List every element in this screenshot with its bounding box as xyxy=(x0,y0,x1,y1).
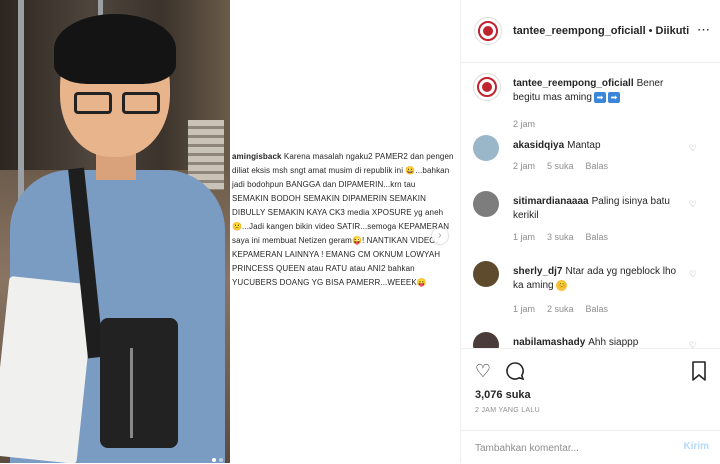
video-background-pole xyxy=(18,0,24,200)
smile-emoji: 😊 xyxy=(556,279,568,291)
author-avatar[interactable] xyxy=(474,17,502,45)
comment-time: 2 jam xyxy=(513,161,536,171)
comment-username[interactable]: akasidqiya xyxy=(513,140,564,151)
comment-icon[interactable] xyxy=(505,361,525,381)
comment-likes[interactable]: 3 suka xyxy=(547,232,574,242)
comment-like-icon[interactable]: ♡ xyxy=(689,269,697,280)
comment-reply[interactable]: Balas xyxy=(586,232,609,242)
post-comment-button[interactable]: Kirim xyxy=(683,441,709,452)
separator-dot: • xyxy=(648,25,653,37)
likes-count[interactable]: 3,076 suka xyxy=(475,389,531,401)
comment-username[interactable]: sitimardianaaaa xyxy=(513,196,589,207)
comment-likes[interactable]: 2 suka xyxy=(547,304,574,314)
comment-time: 2 jam xyxy=(513,119,536,129)
comment-username[interactable]: tantee_reempong_oficiall xyxy=(513,78,634,89)
comment-like-icon[interactable]: ♡ xyxy=(689,199,697,210)
comment-username[interactable]: nabilamashady xyxy=(513,337,585,348)
bookmark-icon[interactable] xyxy=(689,361,709,381)
video-person-glasses xyxy=(74,92,164,116)
post-timestamp: 2 JAM YANG LALU xyxy=(475,407,540,414)
video-bag xyxy=(100,318,178,448)
comment-input[interactable] xyxy=(473,438,667,458)
comment-time: 1 jam xyxy=(513,232,536,242)
comment-text: Ahh siappp xyxy=(588,337,639,348)
post-video[interactable] xyxy=(0,0,230,463)
next-slide-icon[interactable]: › xyxy=(432,228,448,244)
caption-username[interactable]: amingisback xyxy=(232,152,282,161)
heart-icon[interactable]: ♡ xyxy=(473,361,493,381)
post-actions: ♡ 3,076 suka 2 JAM YANG LALU xyxy=(461,348,720,431)
author-username[interactable]: tantee_reempong_oficiall xyxy=(513,25,646,37)
video-person-hair xyxy=(54,14,176,84)
carousel-dots xyxy=(212,449,226,463)
comment-like-icon[interactable]: ♡ xyxy=(689,143,697,154)
comment-avatar[interactable] xyxy=(473,261,499,287)
follow-status[interactable]: Diikuti xyxy=(656,25,690,37)
comment-reply[interactable]: Balas xyxy=(586,161,609,171)
comment-time: 1 jam xyxy=(513,304,536,314)
comment-avatar[interactable] xyxy=(473,73,501,101)
comment-username[interactable]: sherly_dj7 xyxy=(513,266,562,277)
post-header: tantee_reempong_oficiall • Diikuti ⋯ xyxy=(461,0,720,63)
add-comment-bar: Kirim xyxy=(461,430,720,464)
comment-likes[interactable]: 5 suka xyxy=(547,161,574,171)
more-horizontal-icon[interactable]: ⋯ xyxy=(697,22,711,38)
comment-like-icon[interactable]: ♡ xyxy=(689,340,697,348)
arrow-right-emoji: ➡ xyxy=(607,91,620,103)
comment-text: Mantap xyxy=(567,140,601,151)
caption-text: Karena masalah ngaku2 PAMER2 dan pengen … xyxy=(232,152,454,287)
comment-avatar[interactable] xyxy=(473,135,499,161)
post-frame: amingisback Karena masalah ngaku2 PAMER2… xyxy=(0,0,720,463)
comment-avatar[interactable] xyxy=(473,332,499,348)
comment-avatar[interactable] xyxy=(473,191,499,217)
post-caption: amingisback Karena masalah ngaku2 PAMER2… xyxy=(232,150,454,290)
arrow-right-emoji: ➡ xyxy=(593,91,606,103)
comment-reply[interactable]: Balas xyxy=(586,304,609,314)
post-side-panel: tantee_reempong_oficiall • Diikuti ⋯ tante… xyxy=(460,0,720,463)
comments-list[interactable]: tantee_reempong_oficiall Bener begitu mas… xyxy=(461,63,720,348)
